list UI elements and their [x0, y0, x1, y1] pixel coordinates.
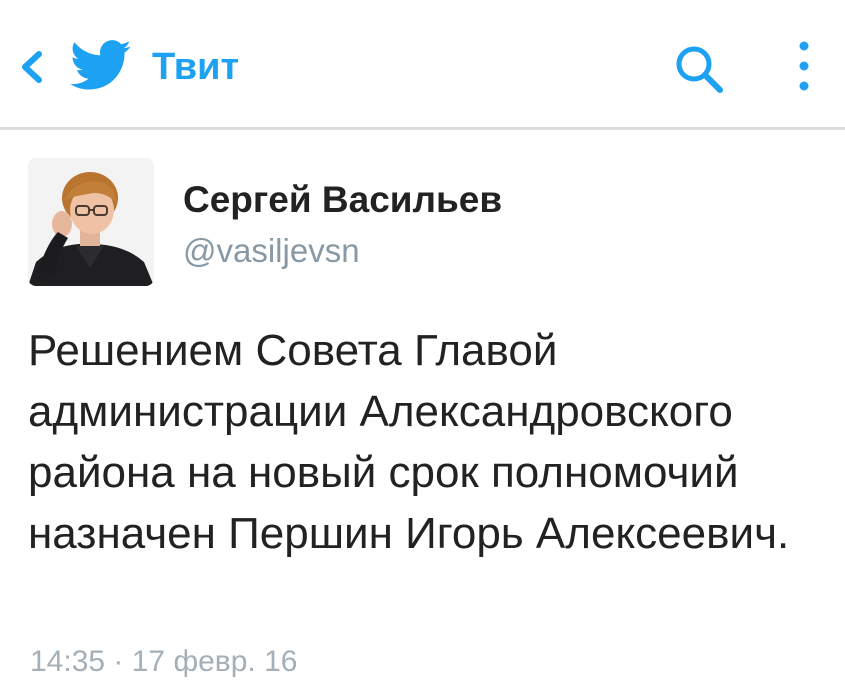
tweet-timestamp: 14:35 · 17 февр. 16 [30, 645, 298, 678]
author-name[interactable]: Сергей Васильев [183, 178, 502, 222]
author-handle[interactable]: @vasiljevsn [183, 230, 360, 272]
avatar-photo [28, 158, 154, 286]
app-header: Твит [0, 0, 845, 130]
chevron-left-icon[interactable] [18, 50, 48, 84]
tweet-text: Решением Совета Главой администрации Але… [28, 326, 790, 558]
avatar[interactable] [28, 158, 154, 286]
tweet-detail: Сергей Васильев @vasiljevsn Решением Сов… [0, 130, 845, 700]
vertical-dots-icon[interactable] [790, 38, 818, 98]
twitter-bird-icon [70, 40, 131, 90]
search-icon[interactable] [672, 42, 728, 98]
screen-title: Твит [152, 46, 240, 88]
